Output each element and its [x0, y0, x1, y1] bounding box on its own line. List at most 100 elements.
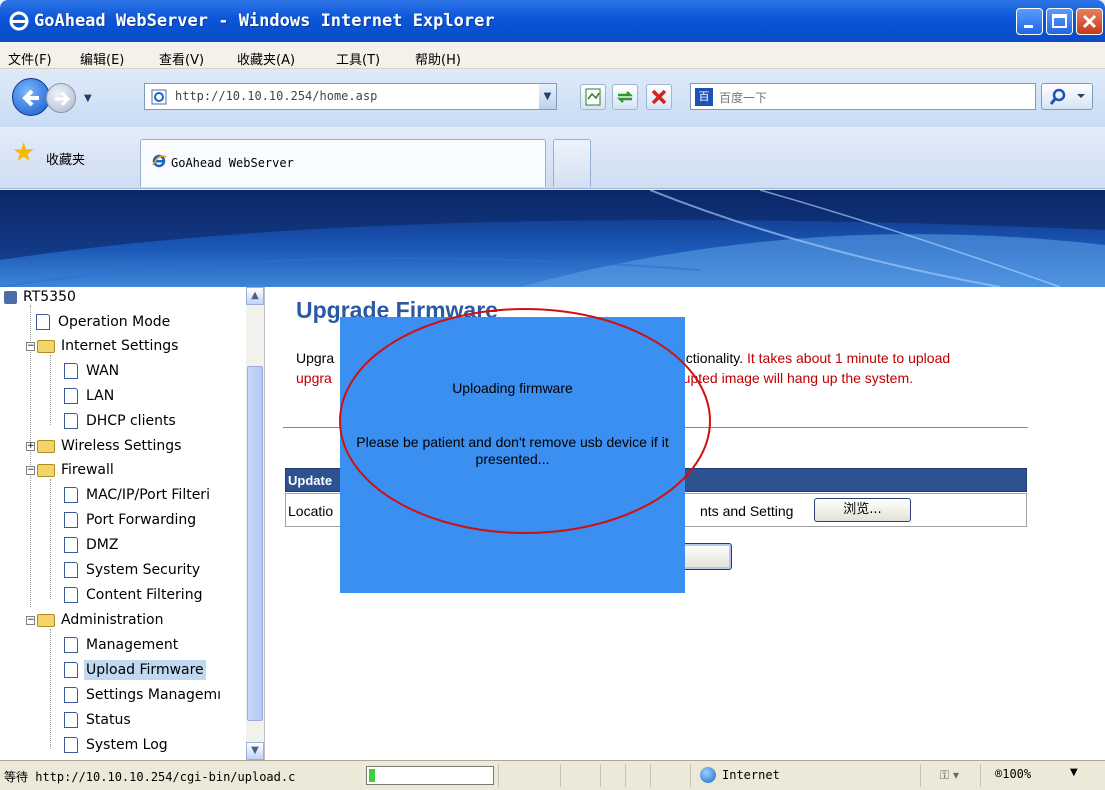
- menu-edit[interactable]: 编辑(E): [80, 49, 124, 68]
- navigation-bar: ▼ http://10.10.10.254/home.asp ▼ 百 百度一下: [0, 69, 1105, 127]
- tree-root[interactable]: RT5350: [4, 287, 78, 307]
- document-icon: [64, 388, 78, 404]
- maximize-button[interactable]: [1046, 8, 1073, 35]
- history-dropdown-icon[interactable]: ▼: [84, 93, 92, 104]
- sidebar-item-mac-ip-port-filtering[interactable]: MAC/IP/Port Filteri: [64, 485, 212, 505]
- globe-icon: [700, 767, 716, 783]
- document-icon: [64, 363, 78, 379]
- refresh-button[interactable]: [612, 84, 638, 110]
- document-icon: [64, 637, 78, 653]
- address-dropdown-icon[interactable]: ▼: [539, 84, 556, 109]
- status-bar: 等待 http://10.10.10.254/cgi-bin/upload.c …: [0, 760, 1105, 790]
- sidebar-item-system-log[interactable]: System Log: [64, 735, 170, 755]
- header-banner: [0, 190, 1105, 287]
- sidebar-item-content-filtering[interactable]: Content Filtering: [64, 585, 204, 605]
- ie-logo-icon: [9, 11, 29, 31]
- document-icon: [64, 587, 78, 603]
- favorites-button[interactable]: 收藏夹: [46, 149, 85, 168]
- sidebar-item-port-forwarding[interactable]: Port Forwarding: [64, 510, 198, 530]
- description-line1-right: nctionality. It takes about 1 minute to …: [678, 350, 951, 366]
- sidebar-item-wireless-settings[interactable]: + Wireless Settings: [26, 436, 183, 456]
- progress-bar: [366, 766, 494, 785]
- collapse-icon[interactable]: −: [26, 341, 35, 351]
- description-line2: upgra: [296, 370, 332, 386]
- status-text: 等待 http://10.10.10.254/cgi-bin/upload.c: [4, 770, 296, 784]
- sidebar-item-lan[interactable]: LAN: [64, 386, 116, 406]
- menu-file[interactable]: 文件(F): [8, 49, 52, 68]
- new-tab-button[interactable]: [553, 139, 591, 187]
- search-placeholder[interactable]: 百度一下: [719, 89, 767, 106]
- sidebar-item-system-security[interactable]: System Security: [64, 560, 202, 580]
- folder-icon: [37, 463, 55, 477]
- sidebar-item-wan[interactable]: WAN: [64, 361, 121, 381]
- sidebar-item-upload-firmware[interactable]: Upload Firmware: [64, 660, 206, 680]
- document-icon: [64, 662, 78, 678]
- sidebar-item-status[interactable]: Status: [64, 710, 133, 730]
- menu-bar: 文件(F) 编辑(E) 查看(V) 收藏夹(A) 工具(T) 帮助(H): [0, 42, 1105, 69]
- sidebar-item-dmz[interactable]: DMZ: [64, 535, 120, 555]
- sidebar-item-firewall[interactable]: − Firewall: [26, 460, 116, 480]
- tab-goahead[interactable]: GoAhead WebServer: [140, 139, 546, 187]
- sidebar-item-operation-mode[interactable]: Operation Mode: [36, 312, 172, 332]
- document-icon: [64, 562, 78, 578]
- folder-icon: [37, 339, 55, 353]
- sidebar-item-settings-management[interactable]: Settings Managemı: [64, 685, 223, 705]
- expand-icon[interactable]: +: [26, 441, 35, 451]
- zoom-dropdown-icon[interactable]: ▼: [1070, 767, 1078, 778]
- minimize-button[interactable]: [1016, 8, 1043, 35]
- update-header-label: Update: [288, 473, 333, 488]
- baidu-logo-icon: 百: [695, 88, 713, 106]
- close-button[interactable]: [1076, 8, 1103, 35]
- router-icon: [4, 290, 17, 304]
- favorites-star-icon[interactable]: ★: [12, 140, 35, 166]
- page-content: RT5350 Operation Mode − Internet Settings…: [0, 190, 1105, 760]
- description-line1: Upgra: [296, 350, 335, 366]
- document-icon: [64, 512, 78, 528]
- browser-window: GoAhead WebServer - Windows Internet Exp…: [0, 0, 1105, 790]
- sidebar-item-administration[interactable]: − Administration: [26, 610, 165, 630]
- favorites-bar: ★ 收藏夹 GoAhead WebServer: [0, 127, 1105, 189]
- compatibility-view-button[interactable]: [580, 84, 606, 110]
- location-label: Locatio: [288, 503, 334, 519]
- tab-title[interactable]: GoAhead WebServer: [171, 156, 294, 170]
- tree-root-label: RT5350: [23, 289, 76, 305]
- scroll-down-icon[interactable]: ▼: [246, 742, 264, 760]
- menu-help[interactable]: 帮助(H): [415, 49, 461, 68]
- document-icon: [36, 314, 50, 330]
- menu-favorites[interactable]: 收藏夹(A): [237, 49, 295, 68]
- sidebar-item-internet-settings[interactable]: − Internet Settings: [26, 336, 180, 356]
- sidebar-scrollbar[interactable]: ▲ ▼: [246, 287, 264, 760]
- document-icon: [64, 487, 78, 503]
- back-button[interactable]: [12, 78, 50, 116]
- menu-view[interactable]: 查看(V): [159, 49, 204, 68]
- collapse-icon[interactable]: −: [26, 615, 35, 625]
- sidebar-item-management[interactable]: Management: [64, 635, 180, 655]
- ie-tab-icon: [152, 154, 167, 168]
- address-text[interactable]: http://10.10.10.254/home.asp: [175, 89, 377, 103]
- protected-mode-icon[interactable]: ⚿ ▾: [940, 768, 959, 783]
- scroll-up-icon[interactable]: ▲: [246, 287, 264, 305]
- document-icon: [64, 537, 78, 553]
- document-icon: [64, 687, 78, 703]
- browse-button[interactable]: 浏览...: [814, 498, 911, 522]
- scrollbar-thumb[interactable]: [247, 366, 263, 721]
- security-zone[interactable]: Internet: [722, 768, 780, 782]
- document-icon: [64, 712, 78, 728]
- menu-tools[interactable]: 工具(T): [336, 49, 380, 68]
- folder-icon: [37, 613, 55, 627]
- document-icon: [64, 737, 78, 753]
- sidebar-item-dhcp-clients[interactable]: DHCP clients: [64, 411, 178, 431]
- document-icon: [64, 413, 78, 429]
- page-icon: [151, 89, 167, 105]
- address-bar[interactable]: http://10.10.10.254/home.asp ▼: [144, 83, 557, 110]
- search-box[interactable]: 百 百度一下: [690, 83, 1036, 110]
- search-button[interactable]: [1041, 83, 1093, 110]
- sidebar-tree: RT5350 Operation Mode − Internet Settings…: [0, 287, 265, 760]
- window-title: GoAhead WebServer - Windows Internet Exp…: [34, 11, 495, 31]
- collapse-icon[interactable]: −: [26, 465, 35, 475]
- stop-button[interactable]: [646, 84, 672, 110]
- forward-button[interactable]: [46, 83, 76, 113]
- title-bar: GoAhead WebServer - Windows Internet Exp…: [0, 0, 1105, 42]
- zoom-level[interactable]: ®100%: [995, 767, 1031, 781]
- red-annotation-ellipse: [339, 308, 711, 534]
